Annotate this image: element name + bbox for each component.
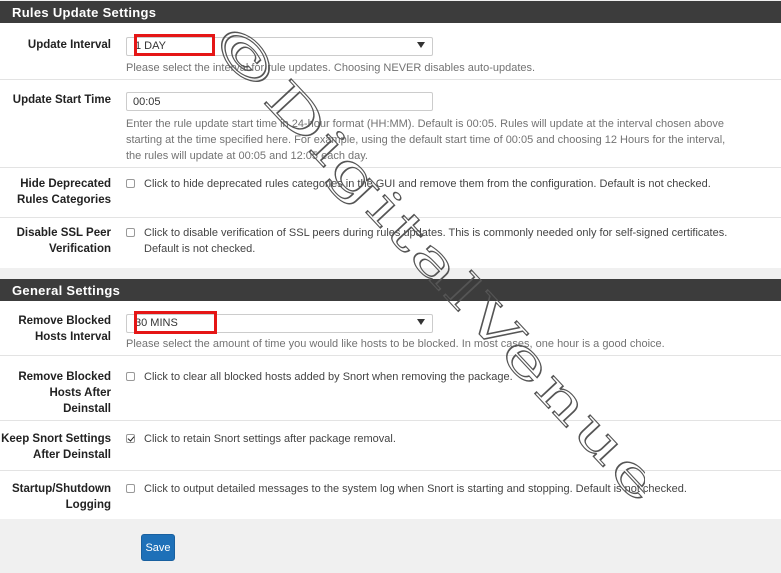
- disable-ssl-text-line1: Click to disable verification of SSL pee…: [144, 227, 728, 239]
- rules-update-header: Rules Update Settings: [0, 1, 781, 23]
- highlight-box-remove-blocked-interval: [134, 311, 217, 334]
- startup-logging-label-line1: Startup/Shutdown: [11, 483, 111, 495]
- update-interval-help: Please select the interval for rule upda…: [126, 62, 536, 74]
- keep-snort-label-line2: After Deinstall: [33, 449, 111, 461]
- update-start-time-help-line1: Enter the rule update start time in 24-h…: [126, 118, 724, 130]
- hide-deprecated-row: Hide Deprecated Rules Categories Click t…: [0, 168, 781, 218]
- general-settings-header: General Settings: [0, 279, 781, 301]
- remove-blocked-interval-help: Please select the amount of time you wou…: [126, 338, 665, 350]
- highlight-box-update-interval: [134, 34, 215, 56]
- disable-ssl-row: Disable SSL Peer Verification Click to d…: [0, 218, 781, 268]
- chevron-down-icon: [417, 42, 425, 48]
- update-start-time-help-line3: the rules will update at 00:05 and 12:05…: [126, 150, 368, 162]
- startup-logging-row: Startup/Shutdown Logging Click to output…: [0, 471, 781, 519]
- remove-blocked-after-label-line2: Hosts After: [49, 387, 111, 399]
- disable-ssl-checkbox[interactable]: [126, 228, 135, 237]
- update-interval-label: Update Interval: [27, 39, 111, 51]
- remove-blocked-after-label-line1: Remove Blocked: [18, 371, 111, 383]
- remove-blocked-after-label-line3: Deinstall: [63, 403, 111, 415]
- update-start-time-input[interactable]: [126, 92, 433, 111]
- hide-deprecated-checkbox[interactable]: [126, 179, 135, 188]
- hide-deprecated-label-line2: Rules Categories: [17, 194, 111, 206]
- keep-snort-label-line1: Keep Snort Settings: [1, 433, 111, 445]
- remove-blocked-interval-label-line1: Remove Blocked: [18, 315, 111, 327]
- disable-ssl-label-line1: Disable SSL Peer: [16, 227, 111, 239]
- hide-deprecated-text: Click to hide deprecated rules categorie…: [144, 178, 711, 190]
- remove-blocked-after-checkbox[interactable]: [126, 372, 135, 381]
- update-interval-row: Update Interval 1 DAY Please select the …: [0, 23, 781, 80]
- keep-snort-row: Keep Snort Settings After Deinstall Clic…: [0, 421, 781, 471]
- update-start-time-help-line2: starting at the time specified here. For…: [126, 134, 726, 146]
- keep-snort-checkbox[interactable]: [126, 434, 135, 443]
- chevron-down-icon: [417, 319, 425, 325]
- disable-ssl-text-line2: Default is not checked.: [144, 243, 256, 255]
- startup-logging-checkbox[interactable]: [126, 484, 135, 493]
- startup-logging-text: Click to output detailed messages to the…: [144, 483, 687, 495]
- save-button[interactable]: Save: [141, 534, 175, 561]
- general-settings-panel: Remove Blocked Hosts Interval 30 MINS Pl…: [0, 301, 781, 519]
- update-start-time-label: Update Start Time: [12, 94, 111, 106]
- remove-blocked-after-row: Remove Blocked Hosts After Deinstall Cli…: [0, 356, 781, 421]
- hide-deprecated-label-line1: Hide Deprecated: [20, 178, 111, 190]
- keep-snort-text: Click to retain Snort settings after pac…: [144, 433, 396, 445]
- remove-blocked-interval-row: Remove Blocked Hosts Interval 30 MINS Pl…: [0, 301, 781, 356]
- remove-blocked-interval-label-line2: Hosts Interval: [34, 331, 111, 343]
- rules-update-panel: Update Interval 1 DAY Please select the …: [0, 23, 781, 268]
- remove-blocked-after-text: Click to clear all blocked hosts added b…: [144, 371, 513, 383]
- update-start-time-row: Update Start Time Enter the rule update …: [0, 80, 781, 168]
- settings-page: Rules Update Settings Update Interval 1 …: [0, 0, 781, 573]
- disable-ssl-label-line2: Verification: [49, 243, 111, 255]
- startup-logging-label-line2: Logging: [65, 499, 111, 511]
